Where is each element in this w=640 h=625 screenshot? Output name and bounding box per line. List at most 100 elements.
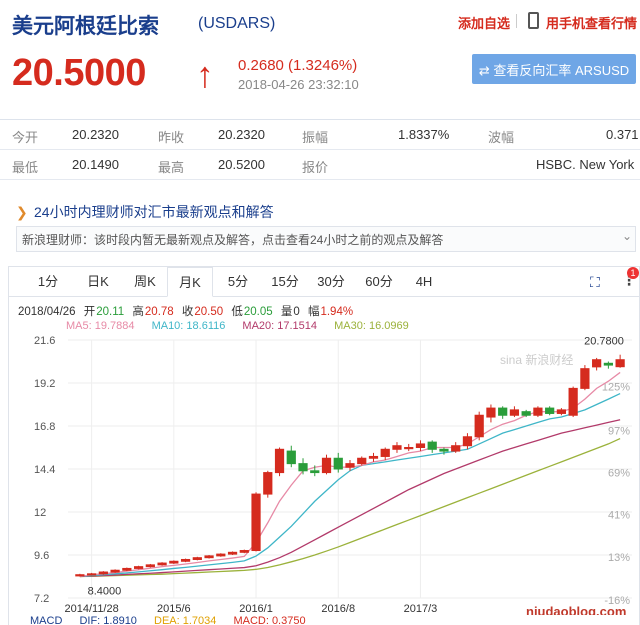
close-label: 收	[181, 306, 194, 318]
candle-body	[180, 558, 191, 562]
ma20-line	[79, 419, 621, 578]
candle-body	[533, 407, 543, 416]
stat-label: 昨收	[158, 130, 185, 145]
candle-body	[498, 407, 508, 416]
candlestick-chart: 21.6 19.2 16.8 14.4 12 9.6 7.2 2014/11/28 2015/6…	[34, 335, 632, 615]
candle-body	[392, 445, 402, 450]
pct-tick-label: 13%	[608, 552, 630, 564]
stats-row: 最低 20.1490 最高 20.5200 报价 HSBC. New York	[0, 150, 640, 180]
candle-body	[310, 470, 320, 474]
candle-body	[251, 493, 261, 552]
pct-tick-label: 69%	[608, 468, 630, 480]
candle-body	[592, 359, 602, 368]
expert-section-title[interactable]: 24小时内理财师对汇市最新观点和解答	[34, 202, 274, 222]
min-value-label: 8.4000	[88, 586, 122, 598]
expert-text[interactable]: 新浪理财师：该时段内暂无最新观点及解答，点击查看24小时之前的观点及解答	[22, 231, 443, 248]
open-value: 20.11	[96, 306, 125, 318]
candle-body	[486, 407, 496, 418]
high-label: 高	[132, 306, 144, 318]
candle-body	[263, 472, 273, 495]
currency-code: (USDARS)	[198, 15, 276, 32]
macd-title: MACD	[30, 615, 63, 625]
add-favorite-link[interactable]: 添加自选	[458, 13, 510, 32]
y-tick-label: 19.2	[34, 378, 55, 390]
stats-row: 今开 20.2320 昨收 20.2320 振幅 1.8337% 波幅 0.37…	[0, 120, 640, 150]
candle-body	[98, 571, 108, 575]
pct-tick-label: 41%	[608, 510, 630, 522]
phone-view-link[interactable]: 用手机查看行情	[546, 13, 637, 32]
candle-body	[380, 448, 390, 457]
up-arrow-icon: ↑	[196, 54, 214, 95]
candle-body	[427, 441, 437, 450]
fullscreen-icon[interactable]: ⛶	[590, 274, 606, 290]
candle-body	[556, 409, 567, 414]
tab-60min[interactable]: 60分	[359, 267, 399, 297]
stat-label: 报价	[302, 160, 329, 175]
tab-30min[interactable]: 30分	[311, 267, 351, 297]
candle-body	[521, 411, 531, 416]
stat-label: 今开	[12, 130, 39, 145]
macd-value: MACD: 0.3750	[233, 615, 306, 625]
x-tick-label: 2016/1	[239, 603, 273, 615]
candle-body	[157, 562, 167, 566]
macd-legend: MACD DIF: 1.8910 DEA: 1.7034 MACD: 0.375…	[30, 615, 320, 625]
stat-value: 0.371	[606, 127, 639, 142]
quote-timestamp: 2018-04-26 23:32:10	[238, 77, 359, 92]
y-tick-label: 7.2	[34, 593, 49, 605]
y-tick-label: 21.6	[34, 335, 55, 347]
stat-label: 波幅	[488, 130, 515, 145]
candle-body	[545, 407, 555, 414]
candle-body	[216, 553, 226, 557]
chevron-down-icon[interactable]: ⌄	[622, 229, 632, 243]
candle-body	[603, 362, 613, 366]
chevron-icon: ❯	[16, 204, 28, 220]
macd-dea: DEA: 1.7034	[154, 615, 217, 625]
tab-monthly[interactable]: 月K	[167, 267, 213, 297]
low-label: 低	[231, 306, 243, 318]
candle-body	[333, 457, 343, 470]
open-label: 开	[83, 306, 96, 318]
ma30-line	[79, 437, 621, 578]
site-watermark: niudaoblog.com	[526, 604, 626, 615]
candle-body	[451, 445, 461, 452]
tab-5min[interactable]: 5分	[221, 267, 255, 297]
price-change: 0.2680 (1.3246%)	[238, 57, 358, 74]
stat-value: 20.1490	[72, 157, 119, 172]
candle-body	[462, 436, 473, 447]
candle-body	[415, 443, 426, 448]
low-value: 20.05	[243, 306, 273, 318]
tab-weekly[interactable]: 周K	[125, 267, 165, 297]
candle-body	[110, 569, 120, 573]
candle-body	[239, 550, 249, 553]
page-title: 美元阿根廷比索	[12, 15, 159, 38]
y-tick-label: 12	[34, 507, 46, 519]
notification-badge: 1	[627, 267, 639, 279]
candle-body	[580, 368, 590, 389]
inverse-rate-button[interactable]: ⇄ 查看反向汇率 ARSUSD	[472, 54, 636, 84]
tab-1min[interactable]: 1分	[31, 267, 65, 297]
x-tick-label: 2015/6	[157, 603, 191, 615]
tab-daily[interactable]: 日K	[79, 267, 117, 297]
candle-body	[75, 574, 85, 577]
high-value: 20.78	[144, 306, 174, 318]
candle-body	[509, 409, 520, 416]
y-tick-label: 9.6	[34, 550, 49, 562]
pct-tick-label: 125%	[602, 382, 630, 394]
stat-value: 20.2320	[72, 127, 119, 142]
ohlc-date: 2018/04/26	[18, 306, 76, 318]
amplitude-value: 1.94%	[320, 306, 354, 318]
stat-label: 最高	[158, 160, 185, 175]
x-tick-label: 2017/3	[404, 603, 438, 615]
candle-body	[345, 463, 355, 468]
y-tick-label: 16.8	[34, 421, 55, 433]
candle-body	[133, 566, 144, 569]
candle-body	[298, 463, 308, 472]
divider	[516, 14, 517, 28]
candle-body	[227, 551, 238, 555]
tab-4h[interactable]: 4H	[409, 267, 439, 297]
ohlc-readout: 2018/04/26 开20.11 高20.78 收20.50 低20.05 量…	[18, 303, 358, 319]
tab-15min[interactable]: 15分	[265, 267, 305, 297]
candle-body	[122, 567, 132, 571]
candle-body	[357, 457, 367, 465]
stat-label: 最低	[12, 160, 39, 175]
